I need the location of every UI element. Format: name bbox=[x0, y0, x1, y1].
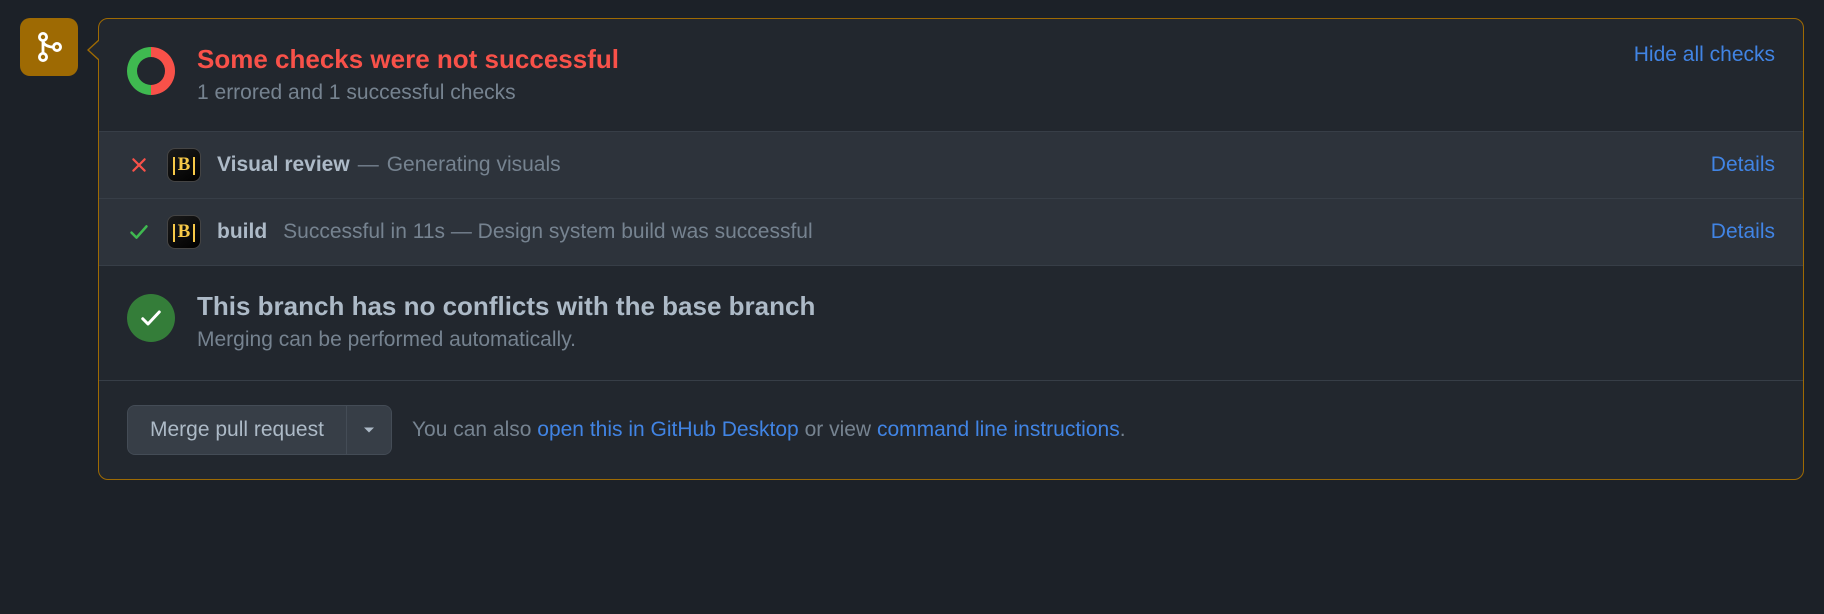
success-circle-icon bbox=[127, 294, 175, 342]
merge-action-section: Merge pull request You can also open thi… bbox=[99, 380, 1803, 479]
app-avatar-icon: B bbox=[167, 215, 201, 249]
check-icon bbox=[127, 222, 151, 242]
hide-all-checks-link[interactable]: Hide all checks bbox=[1634, 43, 1775, 67]
check-text: build Successful in 11s — Design system … bbox=[217, 220, 1695, 244]
merge-button-group: Merge pull request bbox=[127, 405, 392, 455]
conflicts-section: This branch has no conflicts with the ba… bbox=[99, 265, 1803, 380]
merge-help-text: You can also open this in GitHub Desktop… bbox=[412, 418, 1126, 442]
help-suffix: . bbox=[1120, 418, 1126, 441]
conflicts-subtitle: Merging can be performed automatically. bbox=[197, 328, 815, 352]
timeline-merge-badge bbox=[20, 18, 78, 76]
chevron-down-icon bbox=[363, 424, 375, 436]
check-text: Visual review — Generating visuals bbox=[217, 153, 1695, 177]
x-icon bbox=[127, 156, 151, 174]
merge-dropdown-button[interactable] bbox=[346, 406, 391, 454]
checks-status-subtitle: 1 errored and 1 successful checks bbox=[197, 81, 1612, 105]
conflicts-title: This branch has no conflicts with the ba… bbox=[197, 290, 815, 324]
check-description: Successful in 11s — Design system build … bbox=[283, 220, 813, 244]
check-name: Visual review bbox=[217, 153, 350, 177]
checks-status-title: Some checks were not successful bbox=[197, 43, 1612, 77]
merge-status-box: Some checks were not successful 1 errore… bbox=[98, 18, 1804, 480]
check-details-link[interactable]: Details bbox=[1711, 220, 1775, 244]
merge-pull-request-button[interactable]: Merge pull request bbox=[128, 406, 346, 454]
help-mid: or view bbox=[799, 418, 877, 441]
status-donut-icon bbox=[127, 47, 175, 95]
check-row: B build Successful in 11s — Design syste… bbox=[99, 198, 1803, 265]
help-prefix: You can also bbox=[412, 418, 537, 441]
check-description: Generating visuals bbox=[387, 153, 561, 177]
check-row: B Visual review — Generating visuals Det… bbox=[99, 131, 1803, 198]
command-line-instructions-link[interactable]: command line instructions bbox=[877, 418, 1120, 441]
app-avatar-icon: B bbox=[167, 148, 201, 182]
check-name: build bbox=[217, 220, 267, 244]
checks-header: Some checks were not successful 1 errore… bbox=[99, 19, 1803, 131]
conflicts-text: This branch has no conflicts with the ba… bbox=[197, 290, 815, 352]
open-github-desktop-link[interactable]: open this in GitHub Desktop bbox=[537, 418, 798, 441]
checks-header-text: Some checks were not successful 1 errore… bbox=[197, 43, 1612, 105]
git-merge-icon bbox=[33, 31, 65, 63]
check-separator: — bbox=[358, 153, 379, 177]
check-details-link[interactable]: Details bbox=[1711, 153, 1775, 177]
